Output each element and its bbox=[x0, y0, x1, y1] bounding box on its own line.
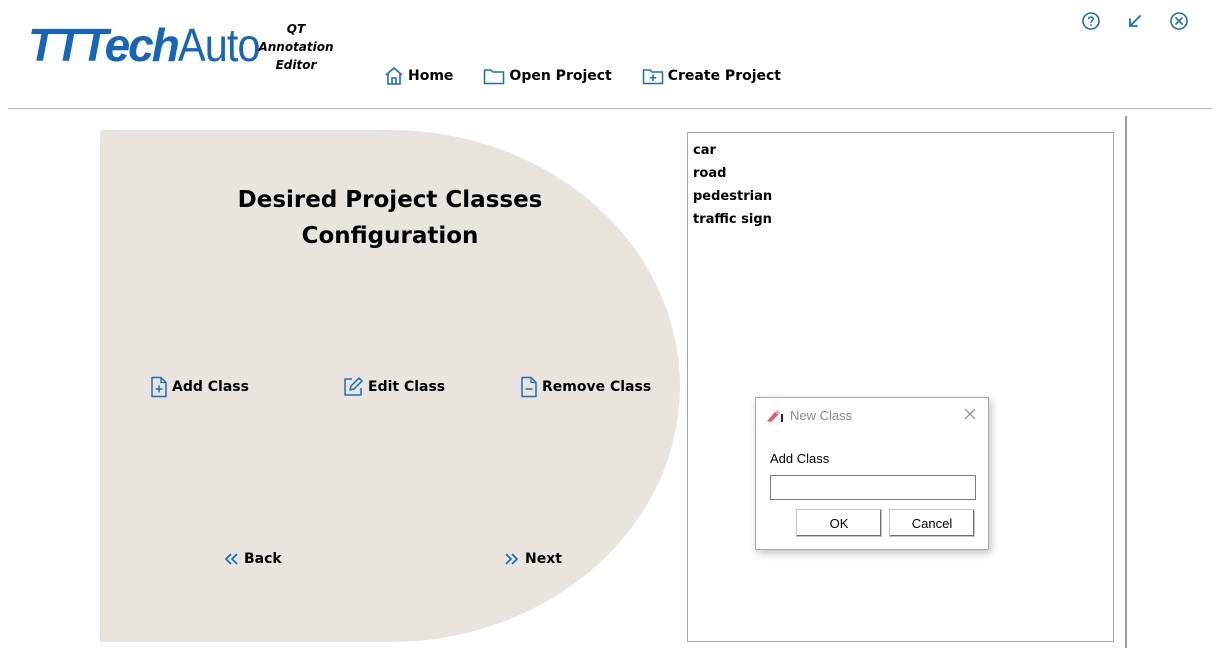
close-icon bbox=[964, 408, 976, 420]
edit-icon bbox=[344, 377, 363, 396]
home-label: Home bbox=[408, 68, 454, 84]
class-name-input[interactable] bbox=[770, 475, 976, 500]
open-project-button[interactable]: Open Project bbox=[483, 66, 612, 86]
header-divider bbox=[8, 108, 1212, 109]
create-project-button[interactable]: Create Project bbox=[642, 66, 781, 86]
window-controls bbox=[1058, 10, 1190, 32]
page-title-line: Configuration bbox=[301, 223, 479, 249]
back-button[interactable]: Back bbox=[222, 550, 282, 568]
list-item[interactable]: car bbox=[693, 139, 1108, 162]
folder-add-icon bbox=[642, 69, 663, 85]
home-icon bbox=[385, 67, 403, 85]
open-project-label: Open Project bbox=[509, 68, 612, 84]
help-icon bbox=[1082, 12, 1100, 30]
home-button[interactable]: Home bbox=[384, 66, 453, 86]
app-name: QT Annotation Editor bbox=[246, 20, 346, 74]
app-name-line: Annotation bbox=[258, 40, 334, 54]
close-button[interactable] bbox=[1168, 10, 1190, 32]
add-class-label: Add Class bbox=[172, 379, 249, 395]
remove-class-label: Remove Class bbox=[542, 379, 652, 395]
back-label: Back bbox=[244, 551, 282, 567]
ok-button[interactable]: OK bbox=[796, 509, 882, 537]
minimize-icon bbox=[1129, 15, 1141, 27]
close-icon bbox=[1170, 12, 1188, 30]
app-name-line: Editor bbox=[275, 58, 317, 72]
add-class-field-label: Add Class bbox=[770, 451, 830, 466]
list-item[interactable]: traffic sign bbox=[693, 208, 1108, 231]
add-class-button[interactable]: Add Class bbox=[150, 376, 249, 398]
logo-bold-text: TTTech bbox=[28, 19, 180, 71]
create-project-label: Create Project bbox=[667, 68, 782, 84]
double-chevron-right-icon bbox=[505, 553, 518, 565]
dialog-title-bar[interactable]: New Class bbox=[766, 408, 852, 423]
dialog-close-button[interactable] bbox=[962, 406, 978, 422]
list-item[interactable]: road bbox=[693, 162, 1108, 185]
double-chevron-left-icon bbox=[225, 553, 238, 565]
page-title-line: Desired Project Classes bbox=[237, 187, 543, 213]
help-button[interactable] bbox=[1080, 10, 1102, 32]
remove-class-button[interactable]: Remove Class bbox=[520, 376, 651, 398]
dialog-title: New Class bbox=[790, 408, 853, 423]
page-title: Desired Project Classes Configuration bbox=[100, 182, 680, 254]
cancel-button[interactable]: Cancel bbox=[889, 509, 975, 537]
edit-class-label: Edit Class bbox=[368, 379, 446, 395]
tttech-auto-logo: TTTech Auto bbox=[28, 18, 269, 74]
next-button[interactable]: Next bbox=[503, 550, 562, 568]
folder-icon bbox=[484, 69, 505, 85]
file-add-icon bbox=[151, 376, 167, 398]
app-name-line: QT bbox=[286, 22, 306, 36]
minimize-button[interactable] bbox=[1124, 10, 1146, 32]
new-class-dialog: New Class Add Class OK Cancel bbox=[755, 397, 989, 550]
class-list[interactable]: car road pedestrian traffic sign bbox=[687, 132, 1114, 642]
list-item[interactable]: pedestrian bbox=[693, 185, 1108, 208]
file-remove-icon bbox=[521, 376, 537, 398]
app-icon bbox=[767, 409, 783, 422]
top-nav: Home Open Project Create Project bbox=[384, 66, 811, 86]
next-label: Next bbox=[525, 551, 562, 567]
edit-class-button[interactable]: Edit Class bbox=[342, 376, 445, 398]
vertical-divider bbox=[1125, 116, 1127, 648]
